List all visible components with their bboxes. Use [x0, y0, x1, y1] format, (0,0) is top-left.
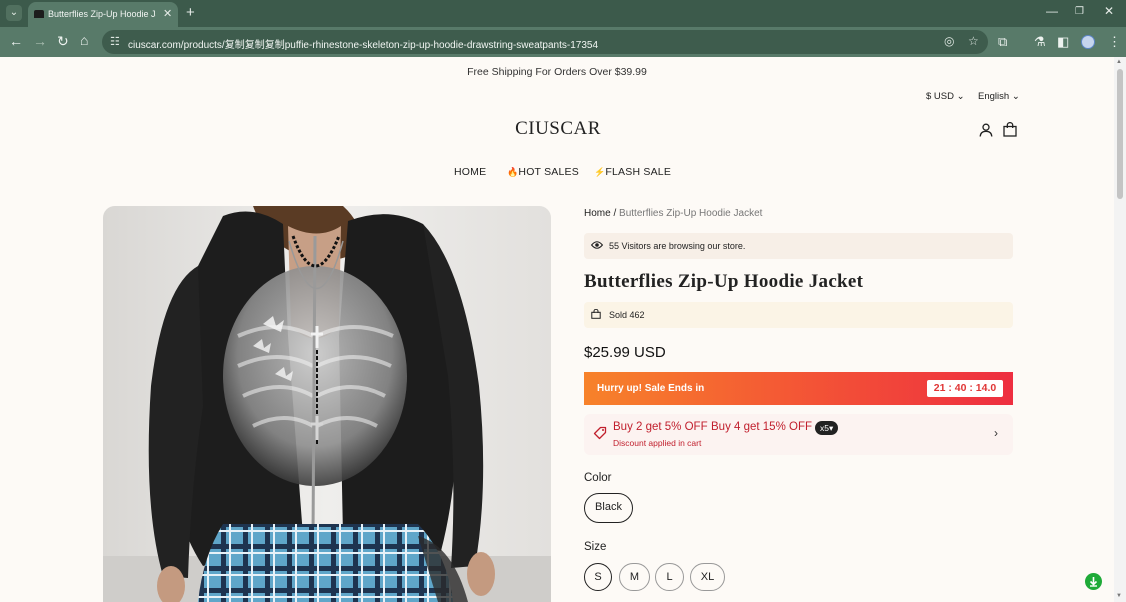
tab-title: Butterflies Zip-Up Hoodie Jacket	[48, 9, 156, 19]
scrollbar-thumb[interactable]	[1117, 69, 1123, 199]
browser-menu-icon[interactable]: ⋮	[1108, 34, 1121, 50]
caret-down-icon: ▾	[828, 423, 834, 433]
reload-icon[interactable]: ↻	[57, 33, 69, 50]
profile-avatar[interactable]	[1081, 35, 1095, 49]
menu-item-flash-sale-label: FLASH SALE	[605, 166, 672, 178]
eye-off-icon[interactable]: ◎	[944, 34, 954, 48]
currency-value: $ USD	[926, 91, 954, 102]
side-panel-icon[interactable]: ◧	[1057, 34, 1069, 50]
store-logo[interactable]: CIUSCAR	[0, 118, 1114, 140]
breadcrumb-home-link[interactable]: Home	[584, 208, 611, 219]
address-bar[interactable]: ☷ ciuscar.com/products/复制复制复制puffie-rhin…	[102, 30, 988, 54]
browser-tab[interactable]: Butterflies Zip-Up Hoodie Jacket ✕	[28, 2, 178, 27]
chevron-down-icon: ⌄	[1011, 91, 1020, 102]
offer-buy-4: Buy 4 get 15% OFF	[711, 421, 812, 433]
home-icon[interactable]: ⌂	[80, 32, 88, 48]
currency-selector[interactable]: $ USD ⌄	[926, 91, 965, 102]
account-icon[interactable]	[979, 123, 993, 137]
site-info-icon[interactable]: ☷	[110, 35, 120, 48]
browser-tab-strip: ⌄ Butterflies Zip-Up Hoodie Jacket ✕ + —…	[0, 0, 1126, 27]
visitors-text: 55 Visitors are browsing our store.	[609, 241, 746, 251]
announcement-bar: Free Shipping For Orders Over $39.99	[467, 66, 647, 78]
breadcrumb: Home / Butterflies Zip-Up Hoodie Jacket	[584, 208, 762, 219]
cart-bag-icon[interactable]	[1003, 122, 1017, 137]
size-option-xl[interactable]: XL	[690, 563, 725, 591]
language-selector[interactable]: English ⌄	[978, 91, 1020, 102]
tab-close-icon[interactable]: ✕	[163, 7, 172, 20]
quantity-badge[interactable]: x5▾	[815, 421, 839, 435]
url-text: ciuscar.com/products/复制复制复制puffie-rhines…	[128, 40, 599, 51]
new-tab-icon[interactable]: +	[186, 4, 195, 21]
menu-item-hot-sales-label: HOT SALES	[518, 166, 579, 178]
forward-arrow-icon[interactable]: →	[33, 33, 47, 49]
chevron-down-icon: ⌄	[956, 91, 965, 102]
bookmark-star-icon[interactable]: ☆	[968, 34, 979, 48]
language-value: English	[978, 91, 1010, 102]
chat-widget-button[interactable]	[1085, 573, 1102, 590]
color-option-black[interactable]: Black	[584, 493, 633, 523]
breadcrumb-separator: /	[613, 208, 617, 219]
bundle-discount-offer[interactable]: Buy 2 get 5% OFF Buy 4 get 15% OFF x5▾ D…	[584, 414, 1013, 455]
sale-banner-text: Hurry up! Sale Ends in	[597, 383, 705, 394]
browser-toolbar: ← → ↻ ⌂ ☷ ciuscar.com/products/复制复制复制puf…	[0, 27, 1126, 57]
offer-buy-2: Buy 2 get 5% OFF	[613, 421, 708, 433]
eye-icon	[591, 241, 603, 249]
product-photo	[103, 206, 551, 602]
extensions-icon[interactable]: ⧉	[998, 34, 1007, 50]
product-price: $25.99 USD	[584, 344, 666, 361]
breadcrumb-current: Butterflies Zip-Up Hoodie Jacket	[619, 208, 763, 219]
size-option-l[interactable]: L	[655, 563, 684, 591]
shopping-bag-icon	[591, 309, 601, 319]
product-title: Butterflies Zip-Up Hoodie Jacket	[584, 271, 864, 292]
size-option-s[interactable]: S	[584, 563, 612, 591]
color-label: Color	[584, 472, 612, 484]
restore-window-icon[interactable]: ❐	[1075, 6, 1084, 17]
lightning-icon: ⚡	[594, 167, 606, 177]
menu-item-flash-sale[interactable]: ⚡FLASH SALE	[594, 166, 671, 178]
countdown-timer: 21 : 40 : 14.0	[927, 380, 1003, 397]
price-tag-icon	[593, 426, 607, 440]
menu-item-home[interactable]: HOME	[454, 166, 486, 178]
visitors-notice: 55 Visitors are browsing our store.	[584, 233, 1013, 259]
back-arrow-icon[interactable]: ←	[9, 33, 23, 49]
menu-item-hot-sales[interactable]: 🔥HOT SALES	[507, 166, 579, 178]
quantity-badge-value: x5	[820, 423, 829, 433]
product-image[interactable]	[103, 206, 551, 602]
minimize-window-icon[interactable]: —	[1046, 4, 1058, 18]
fire-icon: 🔥	[507, 167, 519, 177]
store-page: Free Shipping For Orders Over $39.99 $ U…	[0, 57, 1114, 602]
sold-text: Sold 462	[609, 310, 645, 320]
menu-item-home-label: HOME	[454, 166, 487, 178]
size-option-m[interactable]: M	[619, 563, 650, 591]
labs-flask-icon[interactable]: ⚗	[1034, 34, 1046, 50]
sold-count-badge: Sold 462	[584, 302, 1013, 328]
scroll-up-icon[interactable]: ▲	[1116, 59, 1122, 65]
chat-icon	[1089, 577, 1098, 587]
page-scrollbar[interactable]: ▲ ▼	[1114, 57, 1126, 602]
size-label: Size	[584, 541, 607, 553]
chevron-right-icon[interactable]: ›	[994, 426, 998, 440]
discount-note: Discount applied in cart	[613, 438, 702, 448]
tab-search-button[interactable]: ⌄	[6, 5, 22, 21]
scroll-down-icon[interactable]: ▼	[1116, 593, 1122, 599]
close-window-icon[interactable]: ✕	[1104, 4, 1114, 18]
sale-countdown-banner: Hurry up! Sale Ends in 21 : 40 : 14.0	[584, 372, 1013, 405]
site-favicon-icon	[34, 10, 44, 18]
